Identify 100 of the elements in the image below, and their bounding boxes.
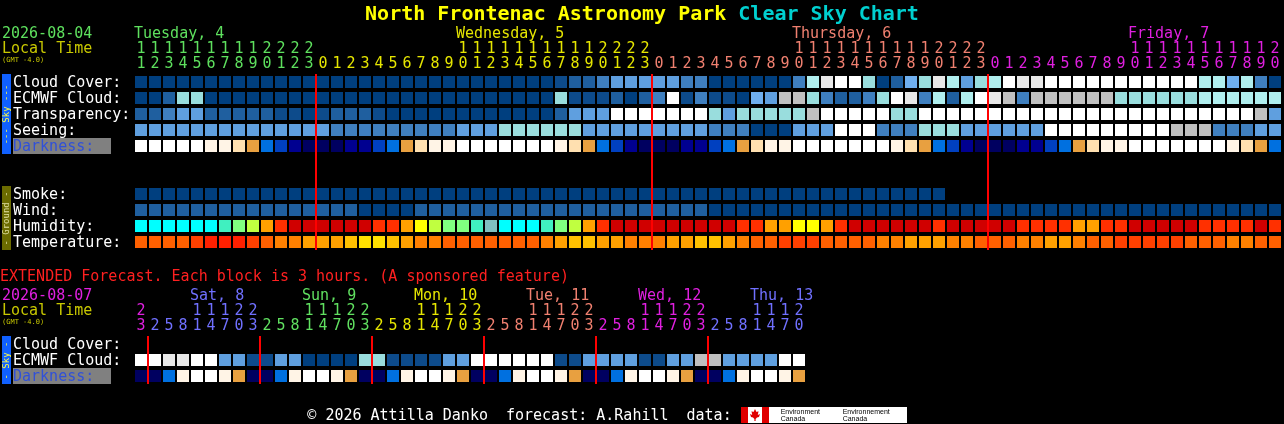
hour-label: 21 [948,41,958,71]
hour-label: 11 [136,41,146,71]
hour-label: 23 [360,303,370,333]
hour-label: 20 [570,303,580,333]
hour-label: 20 [346,303,356,333]
hour-label: 11 [304,303,314,333]
hour-label: 6 [738,56,748,71]
row-label: Cloud Cover: [13,336,122,352]
hour-label: 9 [444,56,454,71]
hour-label: 2 [346,56,356,71]
hour-label: 21 [612,41,622,71]
hour-label: 14 [1186,41,1196,71]
hour-label: 5 [276,318,286,333]
hour-label: 14 [766,303,776,333]
hour-label: 11 [528,303,538,333]
hour-label: 20 [794,303,804,333]
hour-label: 23 [696,303,706,333]
hour-label: 20 [934,41,944,71]
hour-label: 22 [290,41,300,71]
hour-label: 11 [472,41,482,71]
hour-label: 2 [150,318,160,333]
hour-label: 17 [1228,41,1238,71]
hour-label: 9 [1116,56,1126,71]
hour-label: 11 [808,41,818,71]
hour-label: 13 [1172,41,1182,71]
hour-label: 21 [276,41,286,71]
day-label: Thu, 13 [750,288,814,303]
row-label: Darkness: [13,368,111,384]
row-label: Darkness: [13,138,111,154]
hour-label: 7 [416,56,426,71]
hour-label: 8 [430,56,440,71]
hour-label: 5 [388,56,398,71]
hour-label: 23 [640,41,650,71]
row-label: ECMWF Cloud: [13,352,122,368]
hour-label: 13 [836,41,846,71]
chart-title: Clear Sky Chart [738,0,919,26]
hour-label: 17 [332,303,342,333]
hour-label: 17 [892,41,902,71]
hour-label: 8 [402,318,412,333]
hour-label: 19 [584,41,594,71]
hour-label: 15 [1200,41,1210,71]
hour-label: 10 [1130,41,1140,71]
hour-label: 11 [192,303,202,333]
hour-label: 18 [570,41,580,71]
hour-label: 20 [682,303,692,333]
hour-label: 3 [1032,56,1042,71]
hour-label: 17 [220,303,230,333]
hour-label: 5 [500,318,510,333]
hour-label: 23 [472,303,482,333]
hour-label: 17 [780,303,790,333]
hour-label: 12 [486,41,496,71]
hour-label: 18 [1242,41,1252,71]
extended-note: EXTENDED Forecast. Each block is 3 hours. (A sponsored feature) [0,268,569,284]
hour-label: 2 [710,318,720,333]
hour-label: 2 [598,318,608,333]
day-label: Sat, 8 [190,288,245,303]
hour-label: 5 [388,318,398,333]
hour-label: 17 [556,41,566,71]
date-label: 2026-08-04 [2,26,94,41]
hour-label: 5 [724,318,734,333]
hour-label: 11 [1144,41,1154,71]
hour-label: 20 [262,41,272,71]
hour-label: 1 [332,56,342,71]
row-label: Seeing: [13,122,77,138]
hour-label: 11 [752,303,762,333]
hour-label: 1 [1004,56,1014,71]
hour-label: 23 [136,303,146,333]
row-label: Smoke: [13,186,68,202]
site-title: North Frontenac Astronomy Park [365,0,727,26]
hour-label: 8 [766,56,776,71]
hour-label: 2 [486,318,496,333]
hour-label: 22 [962,41,972,71]
hour-label: 2 [262,318,272,333]
forecast-credit: forecast: A.Rahill [505,405,669,424]
hour-label: 5 [1060,56,1070,71]
hour-label: 8 [514,318,524,333]
hour-label: 8 [178,318,188,333]
copyright-text: © 2026 Attilla Danko [307,405,488,424]
hour-label: 17 [556,303,566,333]
day-label: Friday, 7 [1128,26,1210,41]
hour-label: 6 [1074,56,1084,71]
hour-label: 12 [150,41,160,71]
hour-label: 13 [500,41,510,71]
hour-label: 18 [234,41,244,71]
hour-label: 11 [416,303,426,333]
hour-label: 0 [318,56,328,71]
hour-label: 15 [864,41,874,71]
hour-label: 23 [976,41,986,71]
hour-label: 23 [304,41,314,71]
time-label: Local Time [2,303,94,318]
hour-label: 19 [920,41,930,71]
row-label: Transparency: [13,106,131,122]
hour-label: 4 [374,56,384,71]
hour-label: 0 [990,56,1000,71]
hour-label: 5 [612,318,622,333]
hour-label: 16 [878,41,888,71]
hour-label: 14 [654,303,664,333]
hour-label: 14 [850,41,860,71]
hour-label: 4 [1046,56,1056,71]
time-label: Local Time [2,41,94,56]
